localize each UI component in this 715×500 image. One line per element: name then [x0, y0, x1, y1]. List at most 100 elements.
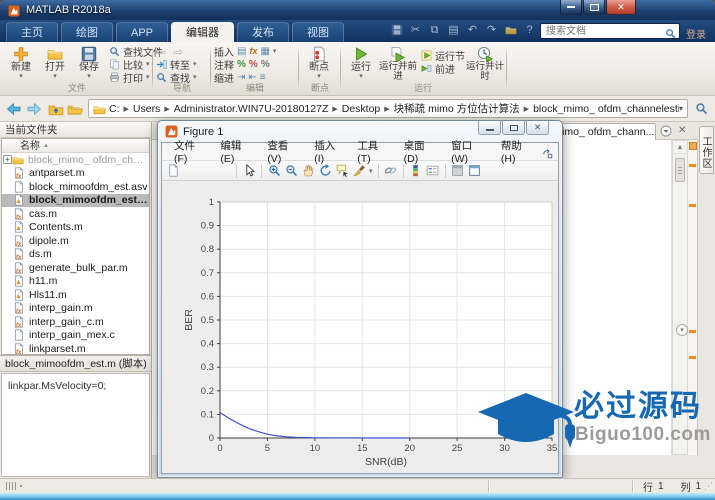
new-button[interactable]: 新建 ▾	[4, 45, 38, 80]
insert-doc-icon[interactable]: ▤	[237, 46, 246, 57]
file-row[interactable]: + block_mimo_ ofdm_channel...	[2, 153, 149, 167]
run-time-button[interactable]: 运行并计时	[465, 45, 505, 82]
breadcrumb[interactable]: C: ▶ Users ▶ Administrator.WIN7U-20180127Z ▶ D…	[88, 99, 688, 118]
breadcrumb-segment[interactable]: 块稀疏 mimo 方位估计算法	[394, 101, 520, 116]
back-icon[interactable]	[6, 101, 22, 117]
scroll-up-icon[interactable]: ▲	[673, 141, 687, 154]
tab-视图[interactable]: 视图	[292, 22, 345, 42]
zoom-in-icon[interactable]	[267, 164, 281, 178]
figure-menu-桌面D[interactable]: 桌面(D)	[398, 138, 445, 165]
dock-figure-icon[interactable]	[542, 146, 553, 159]
figure-menu-文件F[interactable]: 文件(F)	[168, 138, 213, 165]
file-row[interactable]: fx generate_bulk_par.m	[2, 261, 149, 275]
insert-fx-icon[interactable]: fx	[249, 46, 257, 57]
breadcrumb-dropdown-icon[interactable]: ▾	[679, 104, 683, 113]
open-button[interactable]: 打开 ▾	[38, 45, 72, 80]
figure-menu-编辑E[interactable]: 编辑(E)	[214, 138, 260, 165]
code-marker[interactable]	[689, 330, 696, 333]
insert-image-icon[interactable]: ▦	[260, 46, 269, 57]
tab-APP[interactable]: APP	[116, 22, 169, 42]
save-button[interactable]: 保存 ▾	[72, 45, 106, 80]
save-icon[interactable]	[390, 24, 403, 37]
minimize-button[interactable]	[560, 0, 582, 15]
figure-close-button[interactable]: ✕	[526, 121, 549, 135]
doc-search-box[interactable]	[540, 23, 680, 39]
expand-icon[interactable]: +	[3, 155, 12, 165]
code-marker[interactable]	[689, 204, 696, 207]
wrap-comment-icon[interactable]: %	[261, 59, 270, 70]
open-icon[interactable]	[183, 164, 197, 178]
file-row[interactable]: fx antparset.m	[2, 167, 149, 180]
link-plots-icon[interactable]	[384, 164, 398, 178]
run-button[interactable]: 运行 ▾	[344, 45, 378, 80]
rotate3d-icon[interactable]	[318, 164, 332, 178]
file-row[interactable]: fx ds.m	[2, 248, 149, 261]
restore-button[interactable]	[583, 0, 605, 15]
paste-icon[interactable]: ▤	[447, 24, 460, 37]
figure-maximize-button[interactable]	[502, 121, 525, 135]
pointer-icon[interactable]	[242, 164, 256, 178]
browse-folder-icon[interactable]	[67, 101, 84, 117]
pan-icon[interactable]	[301, 164, 315, 178]
legend-icon[interactable]	[426, 164, 440, 178]
figure-menu-工具T[interactable]: 工具(T)	[351, 138, 396, 165]
new-doc-icon[interactable]	[166, 164, 180, 178]
figure-menu-帮助H[interactable]: 帮助(H)	[495, 138, 542, 165]
file-row[interactable]: block_mimoofdm_est.asv	[2, 180, 149, 194]
sign-in-link[interactable]: 登录	[686, 26, 706, 41]
file-row[interactable]: fx linkparset.m	[2, 342, 149, 354]
figure-menu-窗口W[interactable]: 窗口(W)	[445, 138, 494, 165]
save-icon[interactable]	[200, 164, 214, 178]
name-column-header[interactable]: 名称 ▲	[2, 139, 149, 153]
tab-绘图[interactable]: 绘图	[61, 22, 113, 42]
close-button[interactable]: ✕	[606, 0, 636, 15]
colorbar-icon[interactable]	[409, 164, 423, 178]
print-icon[interactable]	[217, 164, 231, 178]
file-row[interactable]: ▲ Contents.m	[2, 221, 149, 235]
pane-collapse-icon[interactable]: ▾	[676, 324, 688, 336]
help-icon[interactable]: ?	[523, 24, 536, 37]
breadcrumb-segment[interactable]: C:	[109, 103, 120, 115]
tab-close-icon[interactable]: ✕	[678, 125, 686, 136]
breadcrumb-segment[interactable]: Administrator.WIN7U-20180127Z	[174, 103, 329, 115]
tab-编辑器[interactable]: 编辑器	[171, 22, 235, 42]
chevron-down-icon[interactable]: ▾	[369, 167, 373, 175]
file-row[interactable]: interp_gain_mex.c	[2, 329, 149, 343]
folder-search-icon[interactable]	[695, 102, 708, 115]
forward-icon[interactable]	[26, 101, 42, 117]
tab-menu-icon[interactable]	[660, 125, 672, 137]
search-icon[interactable]	[665, 26, 676, 38]
undo-icon[interactable]: ↶	[466, 24, 479, 37]
breadcrumb-segment[interactable]: block_mimo_ ofdm_channelestimation	[533, 103, 679, 115]
resize-grip-icon[interactable]: ⋰	[704, 481, 713, 492]
up-folder-icon[interactable]	[48, 101, 64, 117]
file-row[interactable]: ▲ block_mimoofdm_est.m	[2, 193, 149, 207]
run-advance-button[interactable]: 运行并前进	[378, 45, 418, 82]
data-cursor-icon[interactable]	[335, 164, 349, 178]
file-row[interactable]: fx dipole.m	[2, 234, 149, 248]
tab-主页[interactable]: 主页	[6, 22, 58, 42]
workspace-tab[interactable]: 工作区	[699, 126, 714, 174]
breadcrumb-segment[interactable]: Users	[133, 103, 160, 115]
code-marker[interactable]	[689, 164, 696, 167]
tab-发布[interactable]: 发布	[237, 22, 290, 42]
redo-icon[interactable]: ↷	[485, 24, 498, 37]
dock-b-icon[interactable]	[468, 164, 482, 178]
comment-icon[interactable]: %	[237, 59, 246, 70]
figure-menu-插入I[interactable]: 插入(I)	[308, 138, 350, 165]
dock-a-icon[interactable]	[451, 164, 465, 178]
breakpoints-button[interactable]: 断点 ▾	[302, 45, 336, 80]
search-input[interactable]	[544, 24, 665, 38]
figure-menu-查看V[interactable]: 查看(V)	[261, 138, 307, 165]
file-row[interactable]: fx interp_gain.m	[2, 302, 149, 315]
zoom-out-icon[interactable]	[284, 164, 298, 178]
copy-icon[interactable]: ⧉	[428, 24, 441, 37]
back-icon[interactable]: ⇦	[156, 45, 170, 59]
breadcrumb-segment[interactable]: Desktop	[342, 103, 381, 115]
file-row[interactable]: ▲ h11.m	[2, 275, 149, 289]
file-row[interactable]: fx cas.m	[2, 207, 149, 221]
cut-icon[interactable]: ✂	[409, 24, 422, 37]
file-row[interactable]: ▲ Hls11.m	[2, 288, 149, 302]
uncomment-icon[interactable]: %	[249, 59, 258, 70]
scrollbar-thumb[interactable]	[675, 158, 685, 182]
